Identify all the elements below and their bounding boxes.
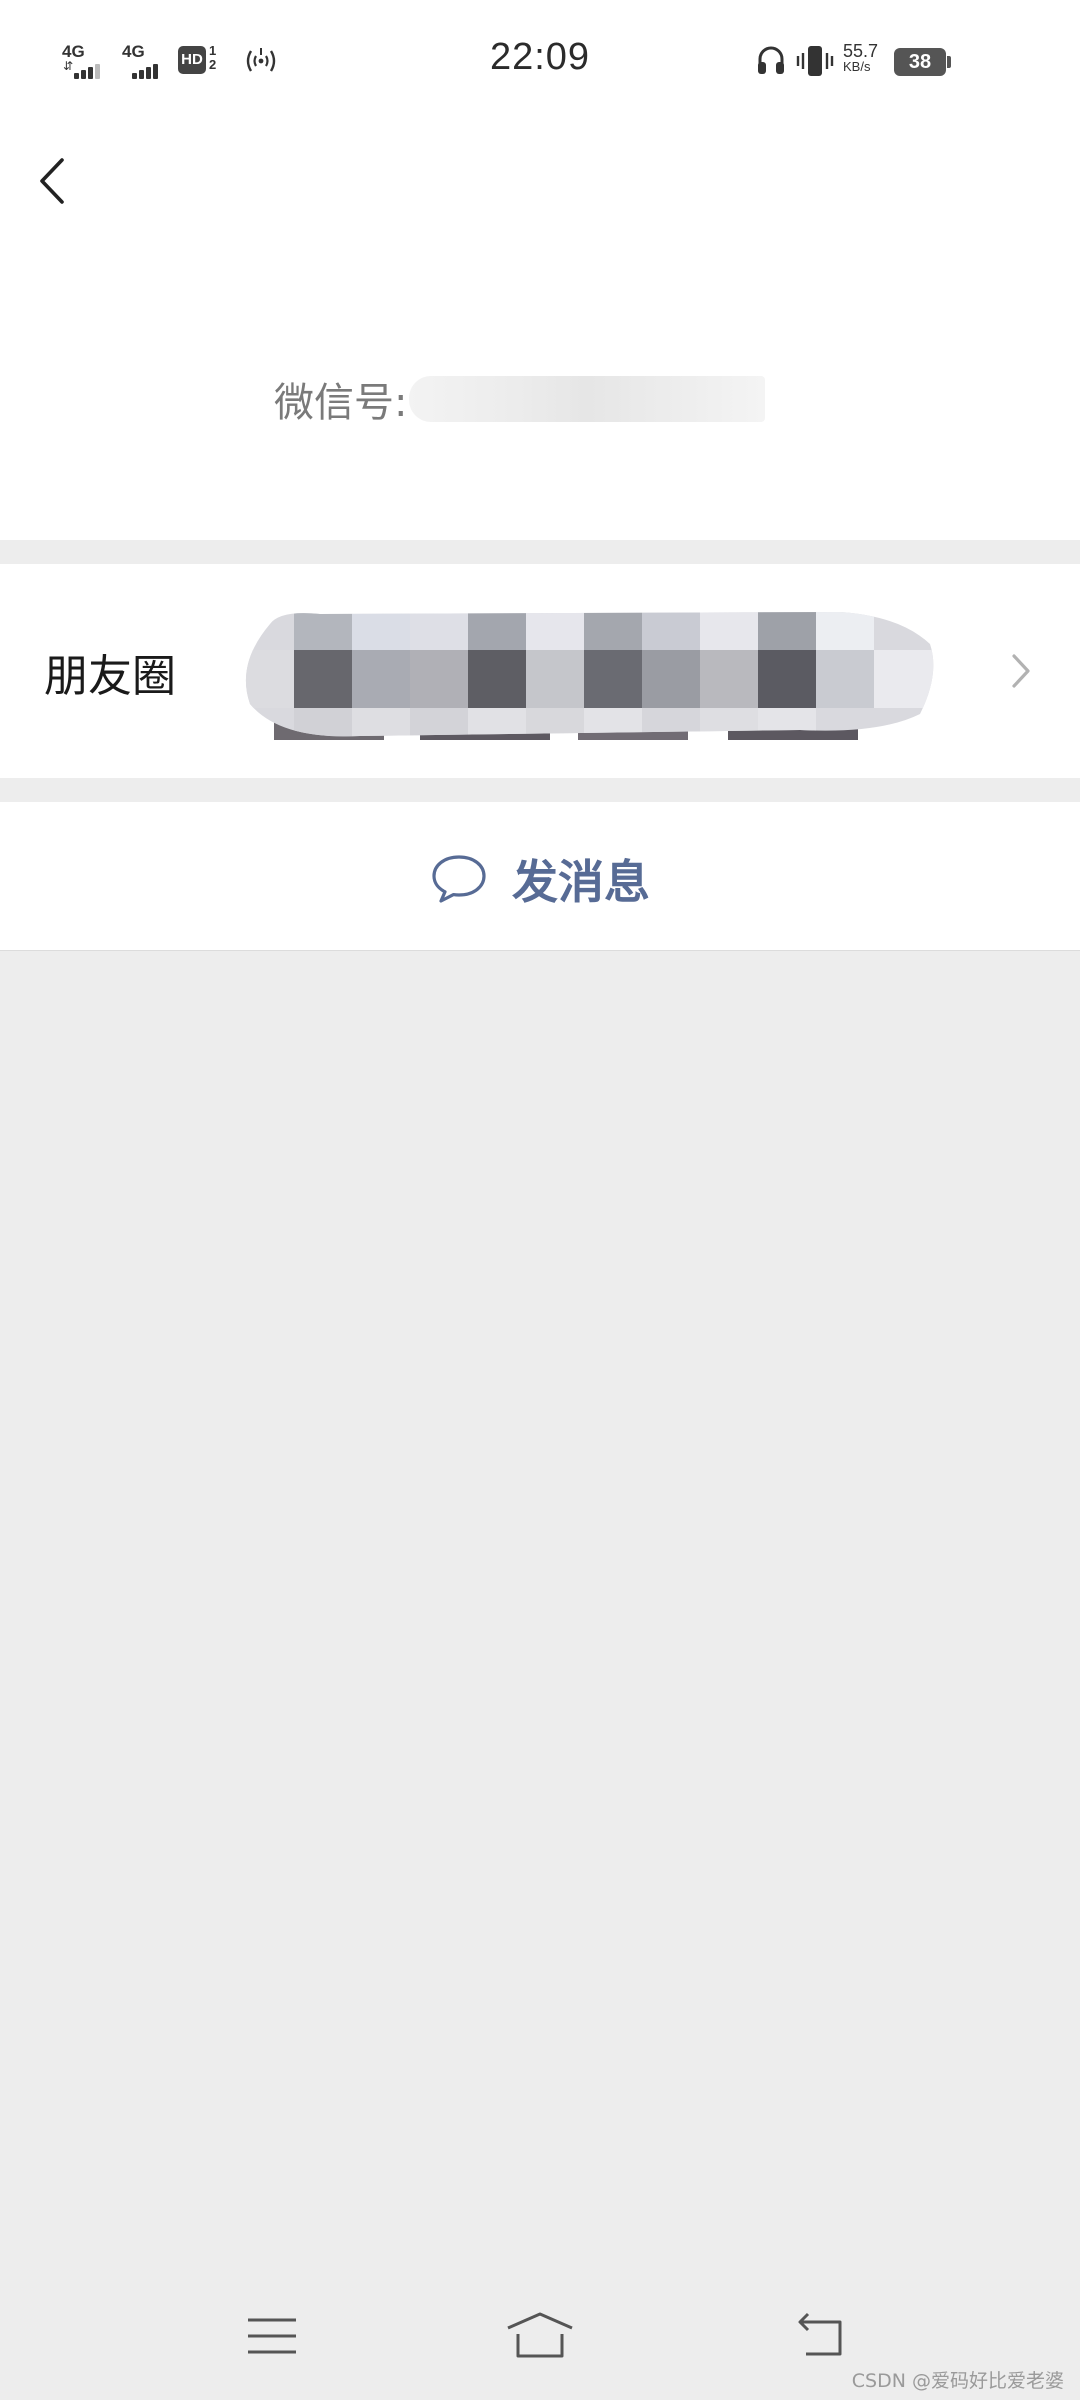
back-icon[interactable] xyxy=(794,2308,850,2364)
wechat-id: 微信号: xyxy=(274,370,766,428)
wechat-id-label: 微信号: xyxy=(274,380,408,426)
chevron-right-icon xyxy=(1012,654,1030,688)
home-icon[interactable] xyxy=(504,2308,576,2364)
divider xyxy=(0,950,1080,951)
battery-icon: 38 xyxy=(894,48,946,76)
headphone-icon xyxy=(758,46,784,74)
moments-label: 朋友圈 xyxy=(44,651,176,702)
menu-icon[interactable] xyxy=(244,2308,300,2364)
moments-thumbnails-redacted xyxy=(245,612,934,740)
profile-card: 微信号: xyxy=(0,120,1080,540)
back-button[interactable] xyxy=(28,146,78,216)
network-speed: 55.7 KB/s xyxy=(843,42,878,74)
watermark: CSDN @爱码好比爱老婆 xyxy=(851,2370,1064,2392)
battery-tip xyxy=(947,56,951,68)
vibrate-icon xyxy=(796,46,834,76)
status-bar: 4G ⇵ 4G HD 1 2 22:09 55.7 KB/s 38 xyxy=(0,0,1080,120)
send-message-button[interactable]: 发消息 xyxy=(0,802,1080,950)
wechat-id-redacted xyxy=(409,376,766,422)
send-message-content: 发消息 xyxy=(0,846,1080,912)
chat-bubble-icon xyxy=(432,855,486,903)
contact-profile-screen: 4G ⇵ 4G HD 1 2 22:09 55.7 KB/s 38 微信号: 朋… xyxy=(0,0,1080,2400)
network-speed-value: 55.7 xyxy=(843,41,879,61)
network-speed-unit: KB/s xyxy=(843,59,871,74)
send-message-label: 发消息 xyxy=(512,855,650,909)
moments-row[interactable]: 朋友圈 xyxy=(0,564,1080,778)
